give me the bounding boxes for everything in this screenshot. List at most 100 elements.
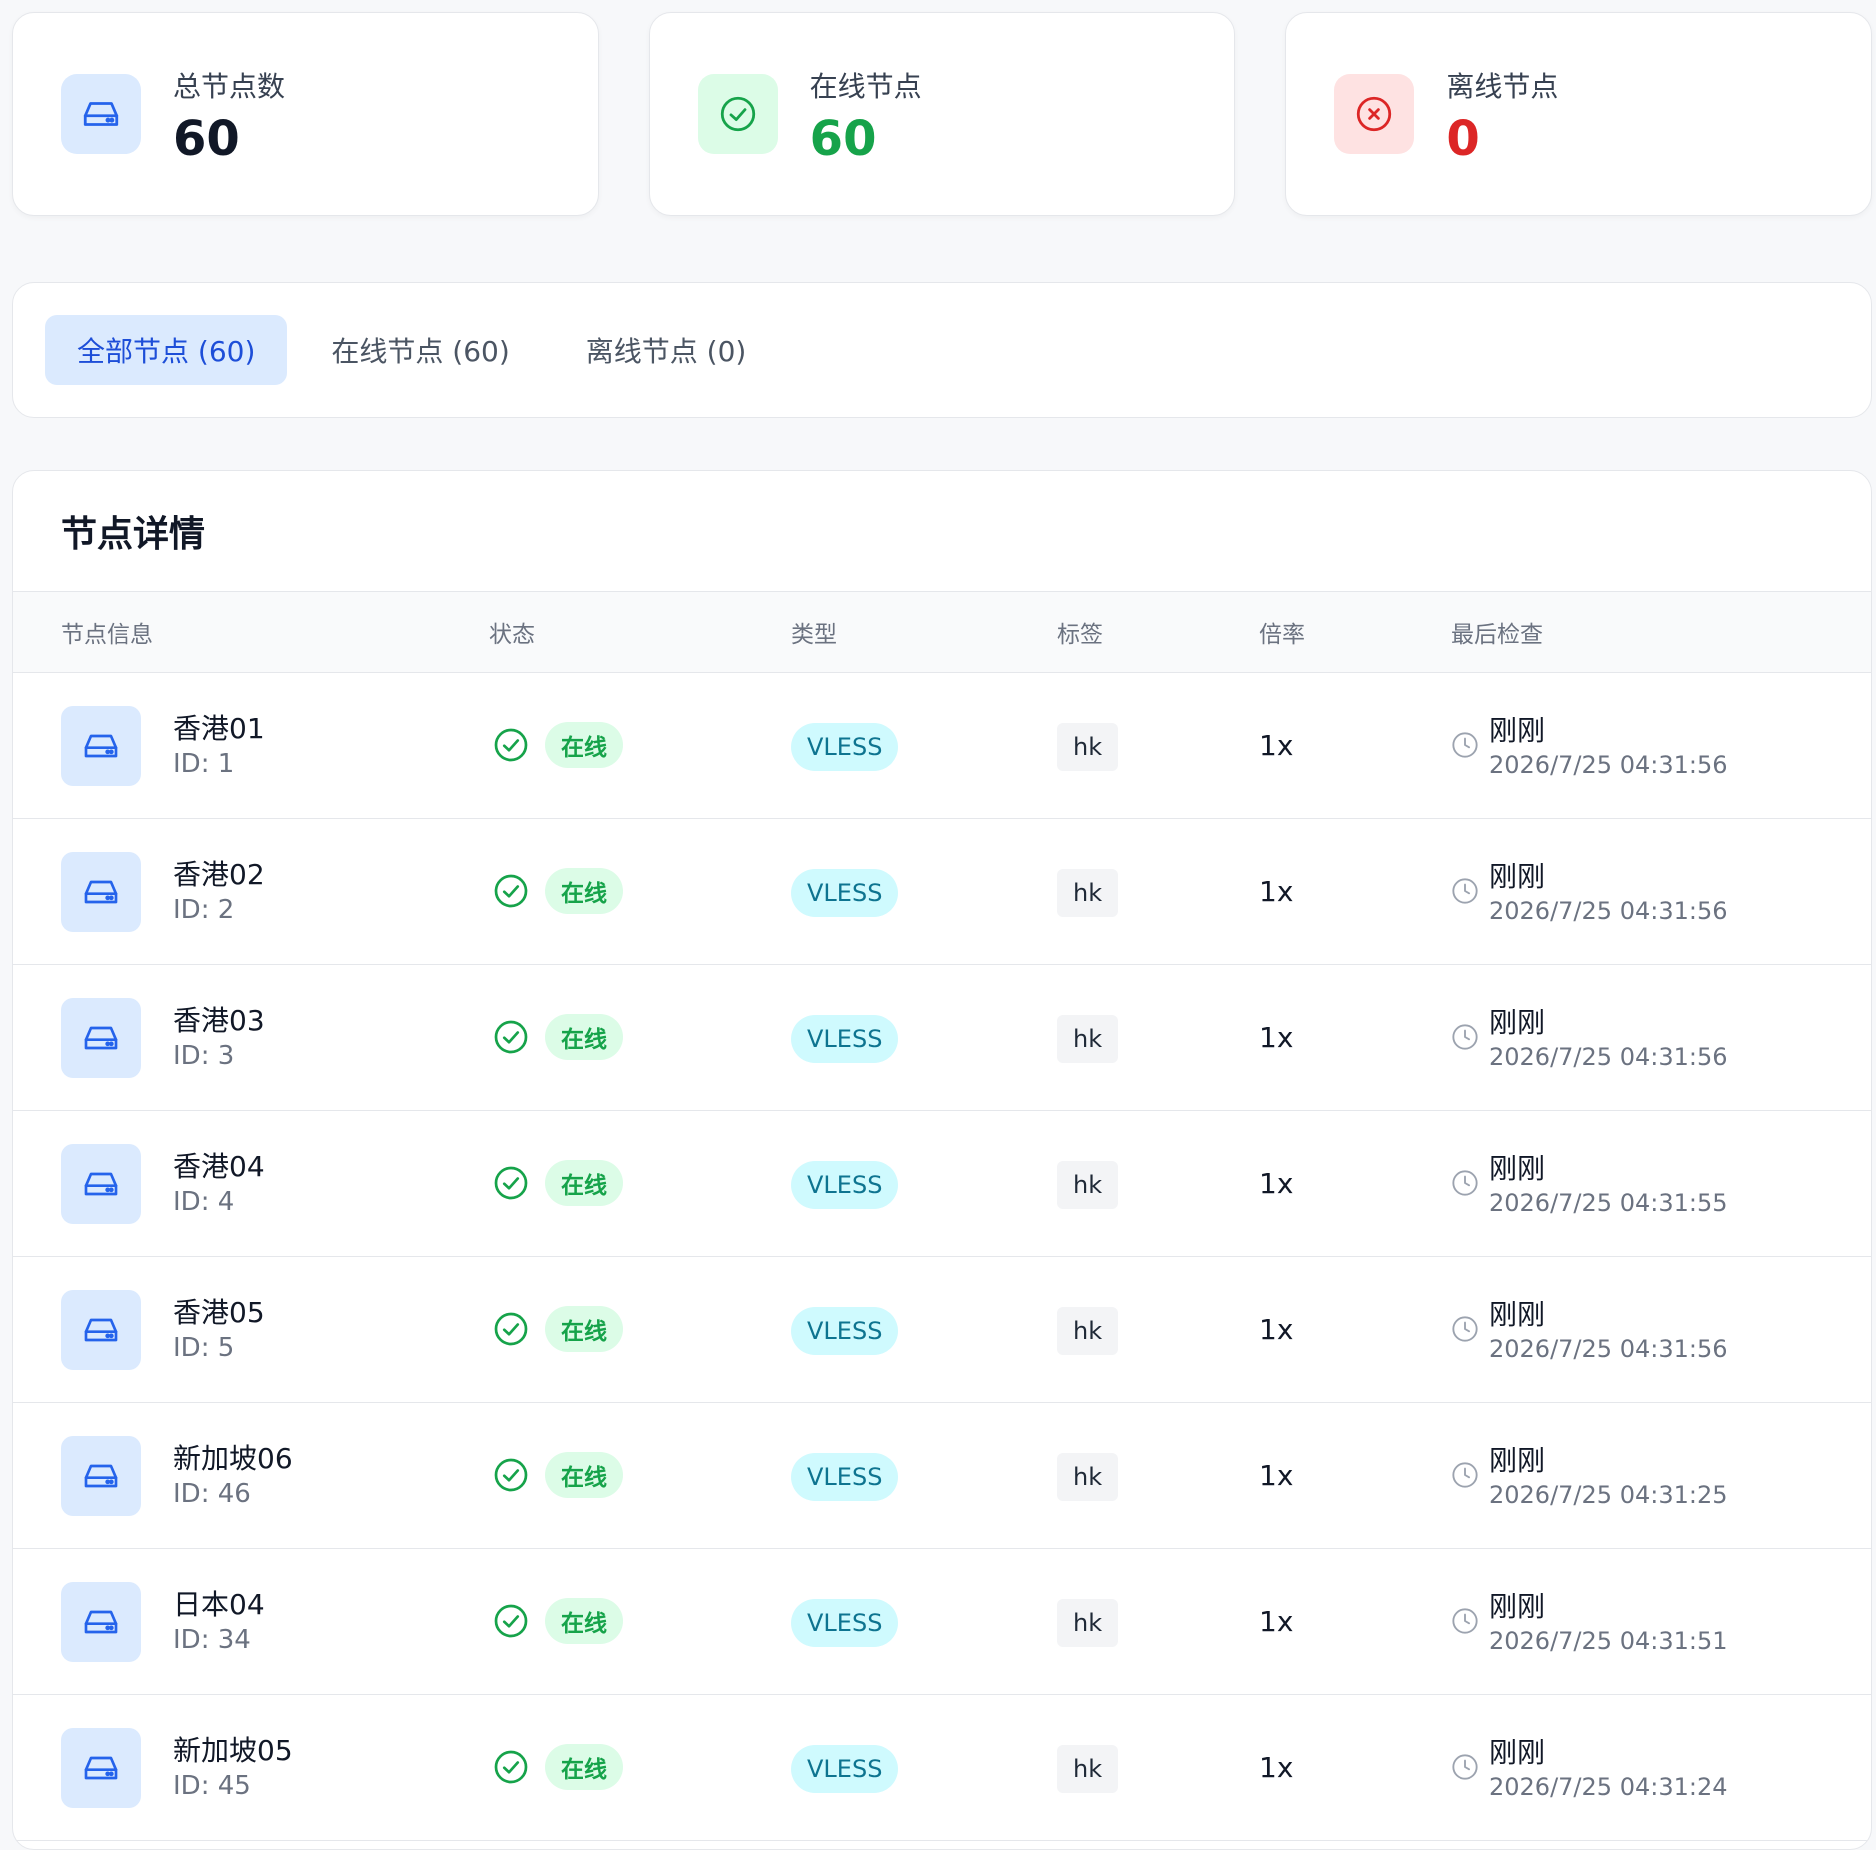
last-check-time: 2026/7/25 04:31:56 [1489,897,1728,925]
node-id: ID: 46 [173,1479,251,1509]
last-check-time: 2026/7/25 04:31:51 [1489,1627,1728,1655]
check-circle-icon [494,1020,528,1054]
stat-value: 60 [809,111,877,167]
tag-badge: hk [1057,1307,1119,1355]
stat-value: 0 [1446,111,1480,167]
online-nodes-text: 在线节点 60 [810,65,922,163]
rate-value: 1x [1259,729,1294,762]
node-id: ID: 2 [173,895,235,925]
server-icon [61,1728,141,1808]
check-circle-icon [494,874,528,908]
node-id: ID: 3 [173,1041,235,1071]
rate-value: 1x [1259,1459,1294,1492]
stat-value: 60 [173,111,240,167]
rate-value: 1x [1259,1605,1294,1638]
rate-value: 1x [1259,1313,1294,1346]
last-check-time: 2026/7/25 04:31:56 [1489,1335,1728,1363]
x-circle-icon [1334,74,1415,154]
rate-value: 1x [1259,1021,1294,1054]
status-badge: 在线 [545,722,623,768]
table-row[interactable]: 香港04 ID: 4 在线 VLESS hk 1x 刚刚 2026/7/25 0… [13,1111,1871,1257]
node-id: ID: 45 [173,1771,251,1801]
last-check-relative: 刚刚 [1489,1590,1546,1623]
node-id: ID: 4 [173,1187,235,1217]
status-badge: 在线 [545,1306,623,1352]
filter-tabs: 全部节点 (60) 在线节点 (60) 离线节点 (0) [12,282,1872,418]
tag-badge: hk [1057,869,1119,917]
check-circle-icon [494,1458,528,1492]
last-check-relative: 刚刚 [1489,1444,1546,1477]
check-circle-icon [494,1312,528,1346]
tag-badge: hk [1057,1453,1119,1501]
tab-offline-nodes[interactable]: 离线节点 (0) [554,315,779,385]
rate-value: 1x [1259,1751,1294,1784]
section-title: 节点详情 [61,514,206,555]
server-icon [61,74,141,154]
type-badge: VLESS [791,1307,899,1355]
table-row[interactable]: 新加坡05 ID: 45 在线 VLESS hk 1x 刚刚 2026/7/25… [13,1695,1871,1841]
last-check-time: 2026/7/25 04:31:24 [1489,1773,1728,1801]
column-header-node-info: 节点信息 [61,622,153,648]
tab-online-nodes[interactable]: 在线节点 (60) [299,315,541,385]
table-row[interactable]: 香港02 ID: 2 在线 VLESS hk 1x 刚刚 2026/7/25 0… [13,819,1871,965]
offline-nodes-text: 离线节点 0 [1446,65,1558,163]
status-badge: 在线 [545,1598,623,1644]
table-row[interactable]: 日本04 ID: 34 在线 VLESS hk 1x 刚刚 2026/7/25 … [13,1549,1871,1695]
server-icon [61,706,141,786]
last-check-relative: 刚刚 [1489,714,1546,747]
table-row[interactable]: 香港05 ID: 5 在线 VLESS hk 1x 刚刚 2026/7/25 0… [13,1257,1871,1403]
online-nodes-card: 在线节点 60 [648,12,1236,216]
total-nodes-text: 总节点数 60 [173,65,285,163]
table-row[interactable]: 新加坡06 ID: 46 在线 VLESS hk 1x 刚刚 2026/7/25… [13,1403,1871,1549]
tag-badge: hk [1057,1015,1119,1063]
clock-icon [1452,1754,1478,1780]
check-circle-icon [494,1604,528,1638]
table-body: 香港01 ID: 1 在线 VLESS hk 1x 刚刚 2026/7/25 0… [13,673,1871,1841]
status-badge: 在线 [545,868,623,914]
last-check-time: 2026/7/25 04:31:25 [1489,1481,1728,1509]
check-circle-icon [494,1166,528,1200]
node-name: 香港03 [173,1004,265,1037]
type-badge: VLESS [791,1453,899,1501]
status-badge: 在线 [545,1452,623,1498]
stat-label: 总节点数 [173,70,286,103]
last-check-relative: 刚刚 [1489,1736,1546,1769]
dashboard: 总节点数 60 在线节点 60 离线节点 0 全部节点 (60) 在线节点 (6… [0,0,1876,1850]
tag-badge: hk [1057,723,1119,771]
tab-all-nodes[interactable]: 全部节点 (60) [45,315,288,385]
node-details-card: 节点详情 节点信息 状态 类型 标签 倍率 最后检查 香港01 ID: 1 在线… [12,470,1872,1850]
last-check-relative: 刚刚 [1489,860,1546,893]
node-id: ID: 5 [173,1333,235,1363]
type-badge: VLESS [791,723,899,771]
tag-badge: hk [1057,1161,1119,1209]
last-check-relative: 刚刚 [1489,1152,1546,1185]
tag-badge: hk [1057,1745,1119,1793]
node-name: 香港04 [173,1150,265,1183]
node-name: 香港01 [173,712,265,745]
offline-nodes-card: 离线节点 0 [1285,12,1873,216]
server-icon [61,852,141,932]
check-circle-icon [697,74,778,154]
node-name: 香港05 [173,1296,265,1329]
stat-label: 离线节点 [1446,70,1559,103]
node-id: ID: 34 [173,1625,251,1655]
rate-value: 1x [1259,875,1294,908]
clock-icon [1452,1462,1478,1488]
table-row[interactable]: 香港01 ID: 1 在线 VLESS hk 1x 刚刚 2026/7/25 0… [13,673,1871,819]
table-header: 节点信息 状态 类型 标签 倍率 最后检查 [13,591,1871,673]
table-row[interactable]: 香港03 ID: 3 在线 VLESS hk 1x 刚刚 2026/7/25 0… [13,965,1871,1111]
stat-label: 在线节点 [809,70,922,103]
column-header-type: 类型 [791,622,837,648]
node-id: ID: 1 [173,749,235,779]
type-badge: VLESS [791,1745,899,1793]
status-badge: 在线 [545,1014,623,1060]
column-header-last-check: 最后检查 [1451,622,1543,648]
clock-icon [1452,1024,1478,1050]
tag-badge: hk [1057,1599,1119,1647]
type-badge: VLESS [791,1015,899,1063]
type-badge: VLESS [791,1161,899,1209]
node-name: 日本04 [173,1588,265,1621]
clock-icon [1452,1170,1478,1196]
last-check-time: 2026/7/25 04:31:56 [1489,751,1728,779]
stats-row: 总节点数 60 在线节点 60 离线节点 0 [12,12,1873,216]
